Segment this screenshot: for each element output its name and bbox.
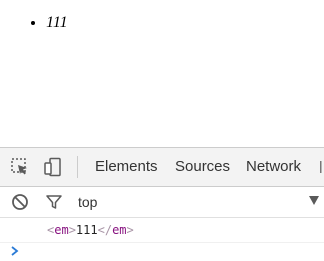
bullet-list: 111 bbox=[46, 14, 68, 32]
tag-name: em bbox=[54, 223, 69, 237]
closing-tag-open: </ bbox=[97, 223, 113, 237]
list-item-text: 111 bbox=[46, 14, 68, 31]
closing-tag-name: em bbox=[112, 223, 127, 237]
list-item: 111 bbox=[46, 14, 68, 32]
closing-tag-end: > bbox=[126, 223, 134, 237]
inspect-element-icon[interactable] bbox=[10, 157, 30, 177]
devtools-panel: Elements Sources Network top <em>111</em… bbox=[0, 147, 324, 261]
device-toolbar-icon[interactable] bbox=[43, 157, 63, 177]
console-message: <em>111</em> bbox=[0, 218, 324, 243]
page-content: 111 bbox=[0, 0, 324, 147]
tag-close-bracket: > bbox=[68, 223, 76, 237]
toolbar-separator bbox=[77, 156, 78, 178]
tag-text: 111 bbox=[75, 223, 98, 237]
tab-network[interactable]: Network bbox=[246, 158, 301, 175]
filter-icon[interactable] bbox=[45, 193, 63, 211]
console-prompt-icon[interactable] bbox=[9, 244, 21, 256]
devtools-toolbar: Elements Sources Network bbox=[0, 148, 324, 187]
console-filter-bar: top bbox=[0, 187, 324, 218]
clear-console-icon[interactable] bbox=[11, 193, 29, 211]
console-message-code: <em>111</em> bbox=[47, 223, 134, 237]
tab-elements[interactable]: Elements bbox=[95, 158, 158, 175]
browser-window: 111 Elements Sources Network bbox=[0, 0, 324, 261]
context-selector[interactable]: top bbox=[78, 194, 97, 210]
chevron-down-icon[interactable] bbox=[309, 196, 319, 205]
tab-sources[interactable]: Sources bbox=[175, 158, 230, 175]
tab-overflow-indicator[interactable] bbox=[318, 158, 324, 180]
